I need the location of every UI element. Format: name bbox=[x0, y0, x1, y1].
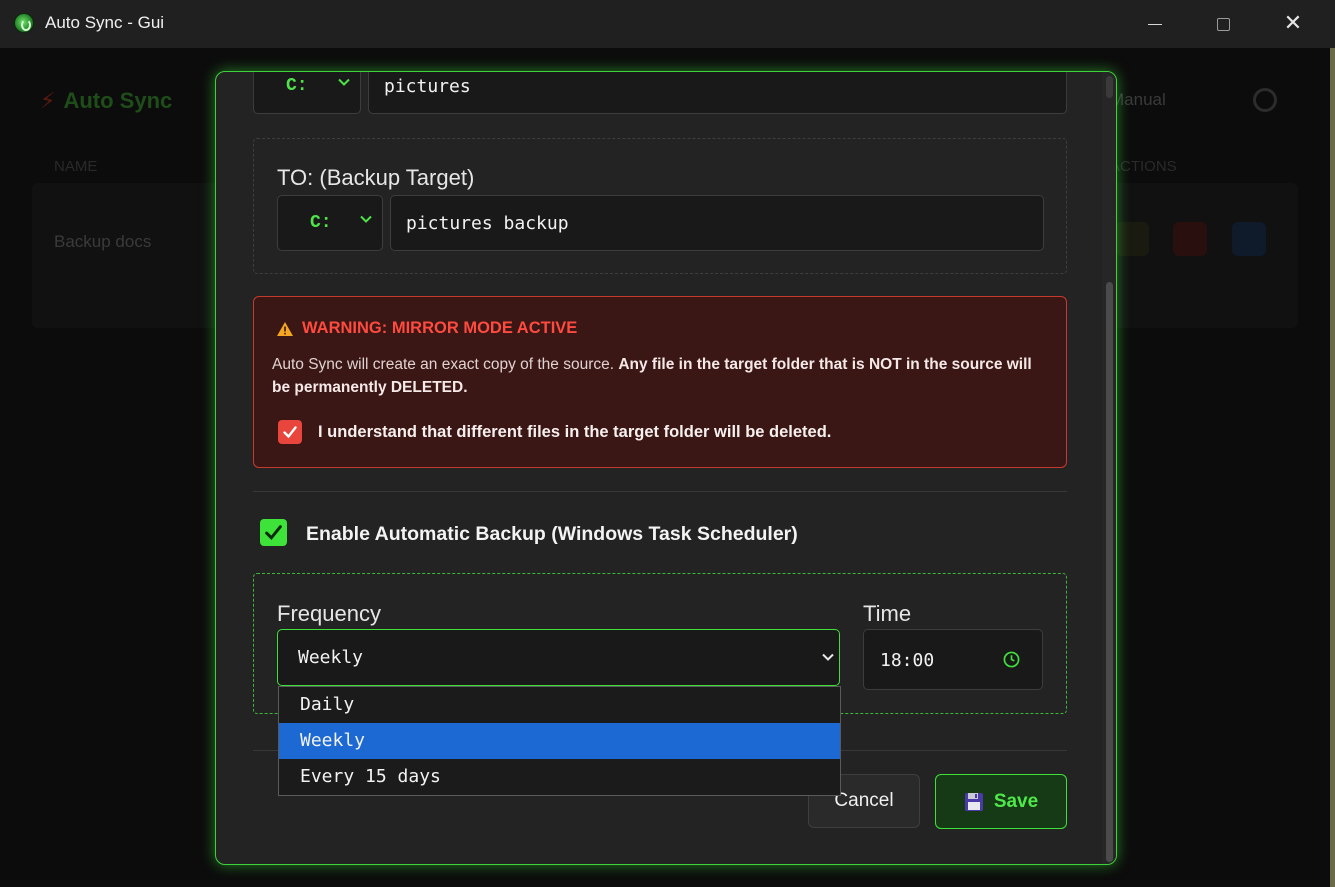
time-value: 18:00 bbox=[880, 650, 935, 671]
target-path-value: pictures backup bbox=[406, 212, 569, 234]
source-path-input[interactable]: pictures bbox=[368, 72, 1067, 114]
dialog-scrollbar[interactable] bbox=[1102, 72, 1116, 864]
bg-column-actions: ACTIONS bbox=[1110, 158, 1177, 175]
scroll-thumb[interactable] bbox=[1106, 282, 1113, 862]
frequency-select[interactable]: Weekly bbox=[277, 629, 840, 686]
mirror-warning-box: WARNING: MIRROR MODE ACTIVE Auto Sync wi… bbox=[253, 296, 1067, 468]
bg-manual-button: Manual bbox=[1110, 90, 1166, 109]
warning-title-text: WARNING: MIRROR MODE ACTIVE bbox=[302, 319, 578, 337]
target-label: TO: (Backup Target) bbox=[277, 165, 475, 190]
chevron-down-icon bbox=[338, 78, 350, 86]
maximize-button[interactable] bbox=[1188, 0, 1258, 48]
warning-title: WARNING: MIRROR MODE ACTIVE bbox=[276, 319, 577, 338]
app-window: Auto Sync - Gui ✕ ⚡ Auto Sync Manual NAME… bbox=[0, 0, 1335, 887]
clock-icon[interactable] bbox=[1003, 651, 1020, 668]
understand-checkbox[interactable] bbox=[278, 420, 302, 444]
scroll-up-arrow[interactable] bbox=[1106, 76, 1113, 98]
warning-text-normal: Auto Sync will create an exact copy of t… bbox=[272, 356, 619, 373]
bg-logo: ⚡ Auto Sync bbox=[40, 88, 172, 114]
enable-backup-label[interactable]: Enable Automatic Backup (Windows Task Sc… bbox=[306, 523, 798, 546]
frequency-value: Weekly bbox=[298, 647, 364, 668]
source-path-value: pictures bbox=[384, 75, 471, 97]
bg-delete-icon bbox=[1173, 222, 1207, 256]
target-section: TO: (Backup Target) C: pictures backup bbox=[253, 138, 1067, 274]
understand-checkbox-label[interactable]: I understand that different files in the… bbox=[318, 423, 831, 442]
checkmark-icon bbox=[283, 426, 297, 439]
save-label: Save bbox=[993, 790, 1039, 812]
bg-edit-icon bbox=[1115, 222, 1149, 256]
frequency-dropdown-list: Daily Weekly Every 15 days bbox=[278, 686, 841, 796]
warning-text: Auto Sync will create an exact copy of t… bbox=[272, 353, 1052, 399]
close-window-button[interactable]: ✕ bbox=[1258, 0, 1328, 48]
frequency-option-weekly[interactable]: Weekly bbox=[279, 723, 840, 759]
save-button[interactable]: Save bbox=[935, 774, 1067, 829]
warning-icon bbox=[277, 321, 293, 336]
window-title: Auto Sync - Gui bbox=[45, 13, 165, 32]
target-path-input[interactable]: pictures backup bbox=[390, 195, 1044, 251]
bg-column-name: NAME bbox=[54, 158, 98, 175]
enable-backup-checkbox[interactable] bbox=[260, 519, 287, 546]
app-logo-icon bbox=[14, 13, 34, 33]
bg-logo-text: Auto Sync bbox=[63, 88, 173, 113]
time-label: Time bbox=[863, 601, 912, 626]
time-input[interactable]: 18:00 bbox=[863, 629, 1043, 690]
title-bar: Auto Sync - Gui ✕ bbox=[0, 0, 1335, 48]
bg-run-icon bbox=[1232, 222, 1266, 256]
checkmark-icon bbox=[265, 525, 282, 540]
minimize-button[interactable] bbox=[1120, 0, 1190, 48]
chevron-down-icon bbox=[822, 653, 834, 661]
bolt-icon: ⚡ bbox=[40, 88, 56, 113]
frequency-label: Frequency bbox=[277, 601, 381, 626]
divider bbox=[253, 491, 1067, 492]
floppy-disk-icon bbox=[964, 792, 983, 811]
target-drive-value: C: bbox=[310, 213, 332, 233]
source-drive-value: C: bbox=[286, 76, 308, 96]
gear-icon bbox=[1253, 88, 1277, 112]
source-drive-select[interactable]: C: bbox=[253, 72, 361, 114]
target-drive-select[interactable]: C: bbox=[277, 195, 383, 251]
minimize-icon bbox=[1148, 23, 1162, 25]
frequency-option-daily[interactable]: Daily bbox=[279, 687, 840, 723]
bg-row-name: Backup docs bbox=[54, 232, 152, 251]
maximize-icon bbox=[1216, 17, 1230, 31]
frequency-option-every-15-days[interactable]: Every 15 days bbox=[279, 759, 840, 795]
close-icon: ✕ bbox=[1283, 11, 1303, 36]
chevron-down-icon bbox=[360, 215, 372, 223]
desktop-edge bbox=[1330, 48, 1335, 887]
